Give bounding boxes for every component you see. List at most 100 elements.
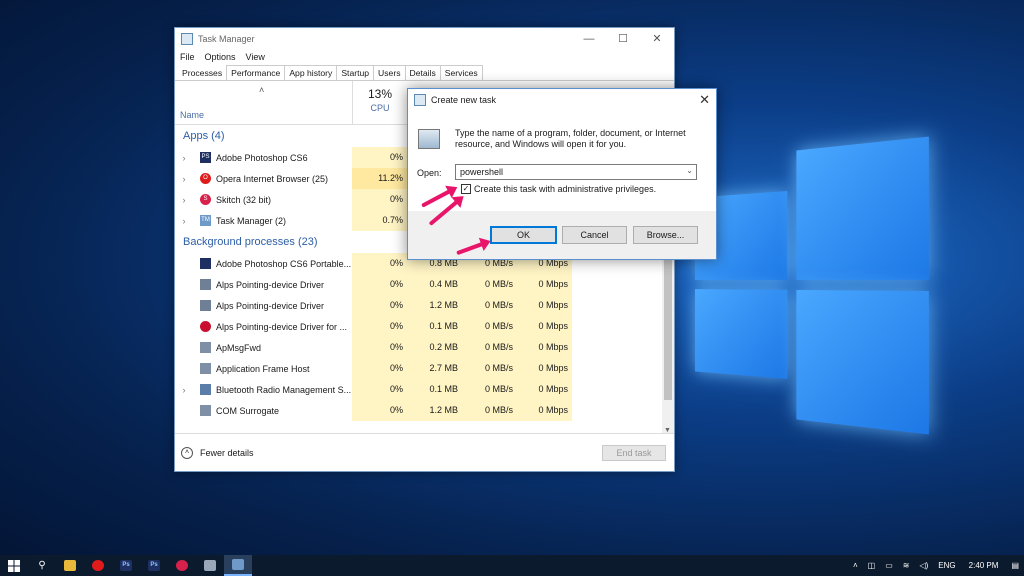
- volume-icon[interactable]: ◁): [919, 561, 928, 570]
- table-row[interactable]: ApMsgFwd 0% 0.2 MB 0 MB/s 0 Mbps: [175, 337, 674, 358]
- cpu-value: 0%: [352, 316, 407, 337]
- devices-icon[interactable]: [196, 555, 224, 576]
- footer: ˄ Fewer details End task: [175, 433, 674, 471]
- open-label: Open:: [417, 168, 442, 178]
- opera-icon[interactable]: [84, 555, 112, 576]
- open-combobox[interactable]: powershell ⌄: [455, 164, 697, 180]
- table-row[interactable]: Alps Pointing-device Driver 0% 1.2 MB 0 …: [175, 295, 674, 316]
- disk-value: 0 MB/s: [462, 379, 517, 400]
- table-row[interactable]: COM Surrogate 0% 1.2 MB 0 MB/s 0 Mbps: [175, 400, 674, 421]
- menu-view[interactable]: View: [246, 52, 265, 62]
- table-row[interactable]: Alps Pointing-device Driver 0% 0.4 MB 0 …: [175, 274, 674, 295]
- driver-icon: [200, 279, 211, 290]
- cpu-value: 0%: [352, 147, 407, 168]
- memory-value: 0.1 MB: [407, 379, 462, 400]
- dialog-button-bar: OK Cancel Browse...: [408, 211, 716, 259]
- checkbox-checked-icon[interactable]: ✓: [461, 184, 471, 194]
- window-title: Task Manager: [198, 33, 255, 44]
- taskbar: ⚲ Ps Ps ˄ ◫ ▭ ≋ ◁) ENG 2:40 PM ▤: [0, 555, 1024, 576]
- dialog-title-bar: Create new task: [408, 89, 716, 111]
- expand-chevron-icon[interactable]: ›: [177, 174, 191, 184]
- table-row[interactable]: › Bluetooth Radio Management S... 0% 0.1…: [175, 379, 674, 400]
- memory-value: 1.2 MB: [407, 295, 462, 316]
- file-explorer-icon[interactable]: [56, 555, 84, 576]
- notifications-icon[interactable]: ▤: [1011, 561, 1019, 570]
- tab-bar: Processes Performance App history Startu…: [175, 65, 674, 81]
- search-icon[interactable]: ⚲: [28, 555, 56, 576]
- fewer-details-link[interactable]: Fewer details: [200, 448, 254, 458]
- process-name: Alps Pointing-device Driver for ...: [216, 321, 348, 332]
- expand-chevron-icon[interactable]: ›: [177, 216, 191, 226]
- clock[interactable]: 2:40 PM: [969, 561, 999, 570]
- menu-options[interactable]: Options: [205, 52, 236, 62]
- process-name: Application Frame Host: [216, 363, 310, 374]
- tab-app-history[interactable]: App history: [284, 65, 338, 80]
- ok-button[interactable]: OK: [490, 226, 557, 244]
- tab-services[interactable]: Services: [439, 65, 483, 80]
- photoshop-portable-icon[interactable]: Ps: [140, 555, 168, 576]
- tab-startup[interactable]: Startup: [336, 65, 375, 80]
- photoshop-icon: [200, 258, 211, 269]
- admin-privileges-checkbox[interactable]: ✓ Create this task with administrative p…: [461, 184, 656, 194]
- cpu-value: 0%: [352, 379, 407, 400]
- driver-icon: [200, 300, 211, 311]
- task-manager-taskbar-icon[interactable]: [224, 555, 252, 576]
- memory-value: 0.2 MB: [407, 337, 462, 358]
- wifi-icon[interactable]: ≋: [903, 561, 910, 570]
- app-icon: [200, 363, 211, 374]
- photoshop-icon[interactable]: Ps: [112, 555, 140, 576]
- close-button[interactable]: ✕: [640, 28, 674, 49]
- tab-performance[interactable]: Performance: [226, 65, 286, 80]
- cpu-value: 0%: [352, 358, 407, 379]
- menu-file[interactable]: File: [180, 52, 195, 62]
- system-tray: ˄ ◫ ▭ ≋ ◁) ENG 2:40 PM ▤: [848, 555, 1024, 576]
- tray-chevron-up-icon[interactable]: ˄: [853, 561, 858, 570]
- create-new-task-dialog: Create new task ✕ Type the name of a pro…: [407, 88, 717, 260]
- task-manager-icon: TM: [200, 215, 211, 226]
- cancel-button[interactable]: Cancel: [562, 226, 627, 244]
- cpu-value: 0%: [352, 253, 407, 274]
- memory-value: 0.4 MB: [407, 274, 462, 295]
- start-windows-icon[interactable]: [0, 555, 28, 576]
- maximize-button[interactable]: ☐: [606, 28, 640, 49]
- end-task-button[interactable]: End task: [602, 445, 666, 461]
- network-value: 0 Mbps: [517, 358, 572, 379]
- table-row[interactable]: Alps Pointing-device Driver for ... 0% 0…: [175, 316, 674, 337]
- process-name: Skitch (32 bit): [216, 194, 272, 205]
- cpu-value: 0%: [352, 295, 407, 316]
- network-value: 0 Mbps: [517, 337, 572, 358]
- browse-button[interactable]: Browse...: [633, 226, 698, 244]
- menu-bar: File Options View: [175, 49, 674, 65]
- process-name: Task Manager (2): [216, 215, 287, 226]
- tab-details[interactable]: Details: [404, 65, 441, 80]
- disk-value: 0 MB/s: [462, 400, 517, 421]
- open-input-value[interactable]: powershell: [460, 167, 503, 177]
- dialog-close-button[interactable]: ✕: [699, 92, 710, 108]
- expand-chevron-icon[interactable]: ›: [177, 385, 191, 395]
- network-icon[interactable]: ◫: [868, 561, 876, 570]
- disk-value: 0 MB/s: [462, 295, 517, 316]
- disk-value: 0 MB/s: [462, 358, 517, 379]
- name-column-header[interactable]: Name: [180, 110, 204, 120]
- network-value: 0 Mbps: [517, 274, 572, 295]
- tab-users[interactable]: Users: [373, 65, 406, 80]
- table-row[interactable]: Application Frame Host 0% 2.7 MB 0 MB/s …: [175, 358, 674, 379]
- language-indicator[interactable]: ENG: [938, 561, 955, 570]
- chevron-up-icon[interactable]: ˄: [181, 446, 193, 459]
- expand-chevron-icon[interactable]: ›: [177, 195, 191, 205]
- chevron-down-icon[interactable]: ⌄: [686, 166, 693, 175]
- sort-caret-icon: ˄: [259, 85, 265, 95]
- app-icon: [200, 342, 211, 353]
- run-program-icon: [418, 129, 440, 149]
- expand-chevron-icon[interactable]: ›: [177, 153, 191, 163]
- tab-processes[interactable]: Processes: [177, 65, 228, 80]
- cpu-value: 0%: [352, 400, 407, 421]
- cpu-value: 0%: [352, 274, 407, 295]
- cpu-value: 0%: [352, 189, 407, 210]
- minimize-button[interactable]: —: [572, 28, 606, 49]
- skitch-icon[interactable]: [168, 555, 196, 576]
- photoshop-icon: PS: [200, 152, 211, 163]
- cpu-column-header[interactable]: 13% CPU: [352, 81, 407, 124]
- memory-value: 0.1 MB: [407, 316, 462, 337]
- battery-icon[interactable]: ▭: [885, 561, 893, 570]
